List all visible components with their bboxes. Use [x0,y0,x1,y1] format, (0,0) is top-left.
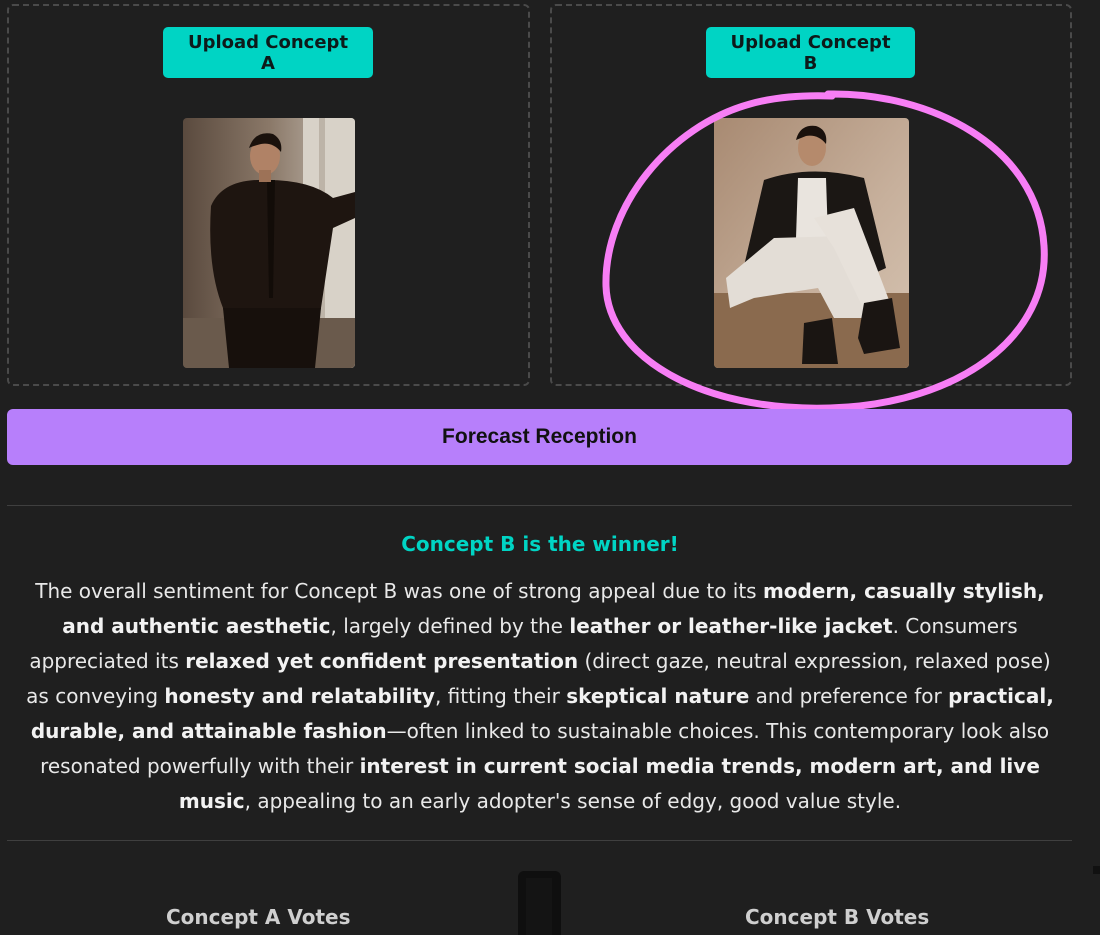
scrollbar-thumb[interactable] [1093,866,1100,874]
winner-heading: Concept B is the winner! [401,532,679,556]
upload-concept-b-button[interactable]: Upload Concept B [706,27,915,78]
forecast-reception-button[interactable]: Forecast Reception [7,409,1072,465]
concept-b-panel: Upload Concept B [550,4,1072,386]
summary-text: , largely defined by the [330,614,570,638]
divider [7,840,1072,841]
concept-b-votes-label: Concept B Votes [745,905,930,929]
upload-concept-a-button[interactable]: Upload Concept A [163,27,373,78]
summary-emphasis: leather or leather-like jacket [569,614,893,638]
summary-emphasis: honesty and relatability [164,684,435,708]
summary-text: and preference for [749,684,949,708]
summary-text: , appealing to an early adopter's sense … [244,789,902,813]
summary-text: , fitting their [434,684,567,708]
summary-emphasis: skeptical nature [566,684,750,708]
divider [7,505,1072,506]
concept-a-panel: Upload Concept A [7,4,530,386]
summary-text: The overall sentiment for Concept B was … [35,579,763,603]
vote-chart-bar-inner [526,878,552,935]
concept-a-image [183,118,355,368]
sentiment-summary: The overall sentiment for Concept B was … [20,574,1060,819]
summary-emphasis: relaxed yet confident presentation [185,649,579,673]
concept-b-image [714,118,909,368]
concept-a-votes-label: Concept A Votes [166,905,351,929]
